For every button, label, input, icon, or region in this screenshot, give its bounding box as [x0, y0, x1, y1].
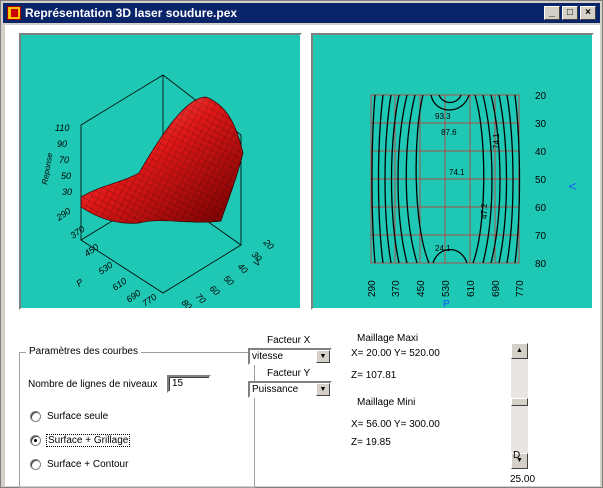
v-tick: 40 — [236, 261, 250, 275]
window-title: Représentation 3D laser soudure.pex — [25, 6, 238, 20]
scroll-thumb[interactable] — [511, 398, 528, 406]
factor-y-value: Puissance — [252, 384, 299, 395]
z-tick: 90 — [57, 139, 67, 149]
factor-y-label: Facteur Y — [267, 368, 311, 379]
v-tick: 60 — [208, 283, 222, 297]
slider-label: D — [513, 450, 521, 461]
app-window: Représentation 3D laser soudure.pex _ □ … — [0, 0, 603, 488]
p-tick: 290 — [54, 206, 73, 223]
contour-label: 74.1 — [449, 168, 465, 177]
y-tick: 60 — [535, 203, 547, 214]
y-tick: 20 — [535, 91, 547, 102]
radio-surface-grid[interactable]: Surface + Grillage — [30, 434, 131, 447]
radio-label: Surface + Grillage — [45, 434, 131, 447]
surface-3d-panel[interactable]: 110 90 70 50 30 Reponse 290 370 450 530 … — [19, 33, 302, 312]
x-tick: 690 — [491, 280, 502, 297]
v-axis: 20 30 40 50 60 70 80 V — [180, 237, 276, 312]
x-tick: 370 — [391, 280, 402, 297]
contour-label: 24.1 — [435, 244, 451, 253]
x-tick: 770 — [515, 280, 526, 297]
y-tick: 80 — [535, 259, 547, 270]
y-axis-label: V — [566, 183, 577, 190]
min-xy: X= 56.00 Y= 300.00 — [351, 419, 440, 430]
min-title: Maillage Mini — [357, 397, 416, 408]
levels-input[interactable]: 15 — [167, 375, 211, 393]
factor-x-value: vitesse — [252, 351, 284, 362]
x-tick: 290 — [367, 280, 378, 297]
radio-button[interactable] — [30, 435, 41, 446]
radio-surface-only[interactable]: Surface seule — [30, 411, 108, 422]
v-tick: 20 — [261, 237, 276, 252]
max-z: Z= 107.81 — [351, 370, 397, 381]
contour-plot: 93.3 87.6 74.1 24.1 47.2 74.1 20 30 40 5… — [367, 91, 577, 310]
close-button[interactable]: × — [580, 6, 596, 20]
radio-surface-contour[interactable]: Surface + Contour — [30, 459, 128, 470]
app-icon[interactable] — [7, 6, 21, 20]
p-tick: 770 — [140, 292, 158, 308]
contour-panel[interactable]: 93.3 87.6 74.1 24.1 47.2 74.1 20 30 40 5… — [311, 33, 594, 310]
x-tick: 530 — [441, 280, 452, 297]
slider-value: 25.00 — [510, 474, 536, 485]
z-tick: 110 — [55, 123, 69, 133]
y-tick: 70 — [535, 231, 547, 242]
radio-button[interactable] — [30, 459, 41, 470]
max-title: Maillage Maxi — [357, 333, 419, 344]
factor-x-select[interactable]: vitesse ▼ — [248, 348, 332, 365]
contour-x-axis: 290 370 450 530 610 690 770 P — [367, 280, 526, 310]
min-z: Z= 19.85 — [351, 437, 391, 448]
z-axis-label: Reponse — [40, 152, 55, 186]
surface-mesh — [81, 97, 243, 224]
p-tick: 690 — [124, 288, 142, 305]
surface-3d-plot: 110 90 70 50 30 Reponse 290 370 450 530 … — [40, 74, 276, 312]
p-tick: 450 — [82, 242, 100, 259]
x-tick: 450 — [416, 280, 427, 297]
contour-y-axis: 20 30 40 50 60 70 80 V — [535, 91, 577, 270]
z-tick: 50 — [61, 171, 71, 181]
radio-label: Surface + Contour — [47, 459, 129, 470]
chevron-down-icon[interactable]: ▼ — [316, 350, 330, 363]
v-tick: 80 — [180, 297, 194, 308]
contour-label: 93.3 — [435, 112, 451, 121]
p-tick: 610 — [110, 276, 128, 293]
radio-label: Surface seule — [47, 411, 109, 422]
minimize-button[interactable]: _ — [544, 6, 560, 20]
v-tick: 50 — [222, 273, 236, 287]
y-tick: 30 — [535, 119, 547, 130]
p-tick: 530 — [96, 260, 114, 277]
x-axis-label: P — [443, 299, 450, 308]
max-xy: X= 20.00 Y= 520.00 — [351, 348, 440, 359]
y-tick: 40 — [535, 147, 547, 158]
z-tick: 30 — [62, 187, 72, 197]
scroll-up-button[interactable]: ▲ — [511, 343, 528, 359]
radio-button[interactable] — [30, 411, 41, 422]
contour-label: 74.1 — [492, 133, 501, 149]
maximize-button[interactable]: □ — [562, 6, 578, 20]
chevron-down-icon[interactable]: ▼ — [316, 383, 330, 396]
contour-label: 87.6 — [441, 128, 457, 137]
factor-y-select[interactable]: Puissance ▼ — [248, 381, 332, 398]
z-axis: 110 90 70 50 30 Reponse — [40, 123, 72, 197]
levels-label: Nombre de lignes de niveaux — [28, 379, 158, 390]
contour-label: 47.2 — [480, 203, 489, 219]
factor-x-label: Facteur X — [267, 335, 311, 346]
v-tick: 70 — [194, 291, 208, 305]
x-tick: 610 — [466, 280, 477, 297]
group-title: Paramètres des courbes — [26, 346, 141, 357]
y-tick: 50 — [535, 175, 547, 186]
p-axis-label: P — [74, 277, 85, 289]
z-tick: 70 — [59, 155, 69, 165]
client-area: 110 90 70 50 30 Reponse 290 370 450 530 … — [5, 25, 600, 488]
title-bar[interactable]: Représentation 3D laser soudure.pex _ □ … — [3, 3, 600, 23]
curve-params-group: Paramètres des courbes Nombre de lignes … — [19, 346, 255, 488]
